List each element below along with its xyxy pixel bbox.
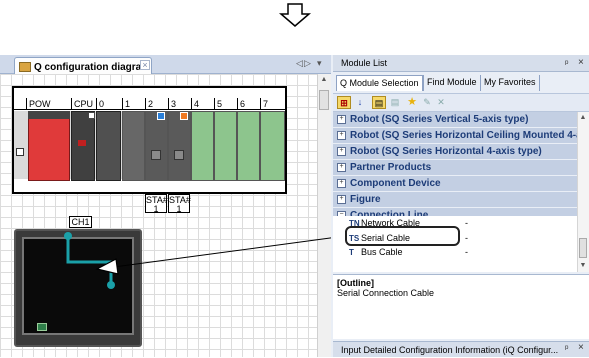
item-value: - xyxy=(465,218,468,228)
slot-label-4: 4 xyxy=(191,98,214,110)
category-label: Robot (SQ Series Horizontal Ceiling Moun… xyxy=(350,130,577,141)
outline-title: [Outline] xyxy=(337,278,374,288)
slot-label-0: 0 xyxy=(96,98,122,110)
expand-icon[interactable]: + xyxy=(337,114,346,124)
tab-q-module-selection[interactable]: Q Module Selection xyxy=(336,75,423,91)
cpu-module[interactable] xyxy=(71,111,95,181)
slot-4-empty[interactable] xyxy=(191,111,214,181)
category-robot-horizontal-4-axis[interactable]: + Robot (SQ Series Horizontal 4-axis type… xyxy=(333,144,577,160)
scrollbar-thumb[interactable] xyxy=(579,238,587,258)
tab-my-favorites[interactable]: My Favorites xyxy=(480,75,540,91)
station-label: STA# 1 xyxy=(145,194,168,214)
slot-6-empty[interactable] xyxy=(237,111,260,181)
expand-icon[interactable]: + xyxy=(337,162,346,172)
serial-port-icon[interactable] xyxy=(151,150,161,160)
slot-label-7: 7 xyxy=(260,98,285,110)
tab-dropdown-icon[interactable]: ▾ xyxy=(317,58,322,69)
got-button-icon xyxy=(37,323,47,331)
station-label: STA# 1 xyxy=(168,194,191,214)
scroll-up-icon[interactable]: ▲ xyxy=(318,76,330,86)
category-partner-products[interactable]: + Partner Products xyxy=(333,160,577,176)
category-label: Robot (SQ Series Vertical 5-axis type) xyxy=(350,114,529,125)
slot-5-empty[interactable] xyxy=(214,111,237,181)
channel-label: CH1 xyxy=(69,216,92,228)
scrollbar-thumb[interactable] xyxy=(319,90,329,110)
collapse-icon[interactable]: ▤ xyxy=(388,96,402,109)
slot-label-1: 1 xyxy=(122,98,145,110)
pin-icon[interactable]: ᵖ xyxy=(565,343,568,353)
expand-icon[interactable]: + xyxy=(337,130,346,140)
slot-label-5: 5 xyxy=(214,98,237,110)
tab-q-configuration-diagram[interactable]: Q configuration diagram xyxy=(14,57,152,74)
tab-label: Q configuration diagram xyxy=(34,61,151,73)
category-robot-horizontal-ceiling[interactable]: + Robot (SQ Series Horizontal Ceiling Mou… xyxy=(333,128,577,144)
tab-find-module[interactable]: Find Module xyxy=(423,75,480,91)
power-supply-module[interactable] xyxy=(28,111,70,181)
item-name: Bus Cable xyxy=(361,247,403,257)
list-item-bus-cable[interactable]: T Bus Cable - xyxy=(333,245,577,259)
close-panel-icon[interactable]: × xyxy=(578,342,584,353)
sort-icon[interactable]: ↓ xyxy=(353,96,367,109)
serial-port-icon[interactable] xyxy=(174,150,184,160)
category-label: Partner Products xyxy=(350,162,432,173)
diagram-icon xyxy=(19,62,31,72)
vertical-scrollbar[interactable] xyxy=(317,74,331,357)
category-view-icon[interactable]: ⊞ xyxy=(337,96,351,109)
got-display-screen xyxy=(22,237,134,335)
cpu-status-indicator xyxy=(88,112,95,119)
panel-title: Module List xyxy=(333,55,589,72)
slot-3-indicator xyxy=(180,112,188,120)
expand-icon[interactable]: + xyxy=(337,178,346,188)
scroll-up-icon[interactable]: ▲ xyxy=(578,114,588,121)
close-panel-icon[interactable]: × xyxy=(578,57,584,68)
outline-panel: [Outline] Serial Connection Cable xyxy=(333,274,589,339)
delete-icon[interactable]: ✕ xyxy=(434,96,448,109)
power-supply-top xyxy=(28,111,70,119)
bus-cable-icon: T xyxy=(349,248,354,257)
selection-highlight xyxy=(345,226,460,246)
category-robot-vertical-5-axis[interactable]: + Robot (SQ Series Vertical 5-axis type) xyxy=(333,112,577,128)
scroll-down-icon[interactable]: ▼ xyxy=(578,262,588,269)
expand-icon[interactable]: ▤ xyxy=(372,96,386,109)
category-label: Component Device xyxy=(350,178,441,189)
scroll-left-icon[interactable]: ◁ xyxy=(296,58,303,69)
station-label-number: 1 xyxy=(153,204,159,214)
category-figure[interactable]: + Figure xyxy=(333,192,577,208)
slot-label-6: 6 xyxy=(237,98,260,110)
item-value: - xyxy=(465,247,468,257)
base-connector-icon xyxy=(16,148,24,156)
slot-label-3: 3 xyxy=(168,98,191,110)
slot-7-empty[interactable] xyxy=(260,111,285,181)
slot-0-module[interactable] xyxy=(96,111,121,181)
cpu-indicator xyxy=(78,140,86,146)
slot-2-indicator xyxy=(157,112,165,120)
expand-icon[interactable]: + xyxy=(337,194,346,204)
expand-icon[interactable]: + xyxy=(337,146,346,156)
slot-label-pow: POW xyxy=(26,98,71,110)
outline-description: Serial Connection Cable xyxy=(337,288,435,298)
category-component-device[interactable]: + Component Device xyxy=(333,176,577,192)
close-tab-icon[interactable]: × xyxy=(140,60,150,70)
slot-label-cpu: CPU xyxy=(71,98,96,110)
station-label-number: 1 xyxy=(176,204,182,214)
pin-icon[interactable]: ᵖ xyxy=(565,58,568,68)
item-value: - xyxy=(465,233,468,243)
slot-3-module[interactable] xyxy=(168,111,191,181)
add-favorite-icon[interactable]: ✎ xyxy=(420,96,434,109)
down-arrow-icon xyxy=(278,3,312,27)
slot-1-module[interactable] xyxy=(122,111,145,181)
favorite-star-icon[interactable]: ★ xyxy=(405,96,419,109)
input-detailed-panel-title: Input Detailed Configuration Information… xyxy=(333,341,589,357)
slot-2-module[interactable] xyxy=(145,111,168,181)
scroll-right-icon[interactable]: ▷ xyxy=(304,58,311,69)
slot-label-2: 2 xyxy=(145,98,168,110)
category-label: Figure xyxy=(350,194,381,205)
category-label: Robot (SQ Series Horizontal 4-axis type) xyxy=(350,146,542,157)
